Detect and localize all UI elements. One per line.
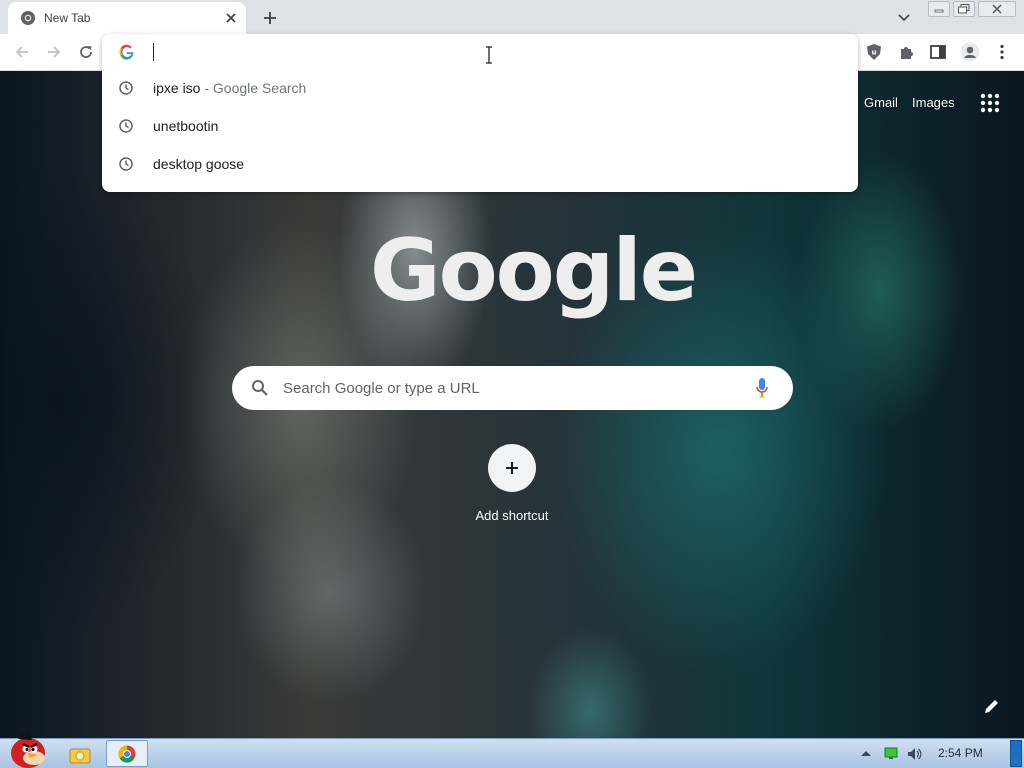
suggestion-text: ipxe iso — [153, 80, 201, 96]
omnibox-suggestion[interactable]: unetbootin — [102, 107, 858, 145]
back-button[interactable] — [10, 40, 34, 64]
chrome-icon — [118, 744, 136, 763]
restore-icon — [958, 4, 970, 14]
ublock-extension-button[interactable]: u — [862, 40, 886, 64]
search-icon — [252, 380, 268, 396]
minimize-icon — [934, 9, 944, 13]
chrome-icon — [21, 11, 35, 25]
folder-icon[interactable] — [68, 743, 92, 765]
network-icon[interactable] — [884, 747, 898, 760]
text-cursor — [153, 43, 154, 61]
chevron-down-icon — [898, 14, 910, 22]
profile-button[interactable] — [958, 40, 982, 64]
volume-icon[interactable] — [906, 746, 922, 762]
close-window-button[interactable] — [978, 1, 1016, 17]
start-menu-bird-icon[interactable] — [4, 731, 50, 768]
ibeam-cursor-icon — [486, 46, 492, 64]
omnibox-suggestion[interactable]: ipxe iso - Google Search — [102, 69, 858, 107]
restore-button[interactable] — [953, 1, 975, 17]
minimize-button[interactable] — [928, 1, 950, 17]
add-shortcut-label: Add shortcut — [475, 508, 549, 523]
suggestion-text: desktop goose — [153, 156, 245, 172]
system-clock[interactable]: 2:54 PM — [938, 746, 983, 760]
puzzle-icon — [901, 47, 913, 59]
omnibox-suggestion[interactable]: desktop goose — [102, 145, 858, 183]
side-panel-icon — [930, 45, 946, 59]
omnibox-dropdown: ipxe iso - Google Search unetbootin desk… — [102, 34, 858, 192]
kebab-menu-icon — [1000, 44, 1004, 60]
tab-new-tab[interactable]: New Tab — [8, 2, 246, 34]
show-desktop-button[interactable] — [1010, 740, 1022, 767]
plus-icon — [506, 462, 518, 474]
arrow-left-icon — [15, 46, 28, 58]
ntp-search-box[interactable]: Search Google or type a URL — [232, 366, 793, 410]
gmail-link[interactable]: Gmail — [864, 95, 898, 110]
arrow-right-icon — [48, 46, 61, 58]
extensions-button[interactable] — [894, 40, 918, 64]
tab-title: New Tab — [44, 11, 91, 25]
history-icon — [119, 81, 133, 95]
tab-search-button[interactable] — [894, 8, 914, 28]
plus-icon — [264, 12, 276, 24]
close-tab-button[interactable] — [222, 9, 240, 27]
close-icon — [226, 13, 236, 23]
omnibox-input[interactable] — [158, 40, 838, 64]
reload-icon — [80, 46, 92, 58]
suggestion-text: unetbootin — [153, 118, 219, 134]
search-placeholder: Search Google or type a URL — [283, 380, 480, 397]
history-icon — [119, 157, 133, 171]
history-icon — [119, 119, 133, 133]
side-panel-button[interactable] — [926, 40, 950, 64]
new-tab-button[interactable] — [258, 6, 282, 30]
tray-expand-icon[interactable] — [860, 748, 872, 758]
microphone-icon[interactable] — [755, 377, 769, 399]
svg-text:u: u — [872, 49, 877, 57]
google-g-icon — [119, 44, 134, 60]
google-apps-icon[interactable] — [978, 91, 1002, 115]
chrome-menu-button[interactable] — [990, 40, 1014, 64]
omnibox-row — [102, 34, 858, 70]
images-link[interactable]: Images — [912, 95, 955, 110]
tab-strip: New Tab — [0, 0, 1024, 34]
shield-icon: u — [867, 44, 881, 60]
forward-button[interactable] — [42, 40, 66, 64]
add-shortcut-button[interactable] — [488, 444, 536, 492]
taskbar-chrome-button[interactable] — [106, 740, 148, 767]
avatar-icon — [960, 42, 980, 62]
close-icon — [992, 4, 1002, 14]
pencil-icon[interactable] — [982, 696, 1002, 716]
suggestion-subtext: - Google Search — [200, 80, 307, 96]
google-logo: Google — [370, 221, 698, 321]
taskbar: 2:54 PM — [0, 732, 1024, 768]
reload-button[interactable] — [74, 40, 98, 64]
